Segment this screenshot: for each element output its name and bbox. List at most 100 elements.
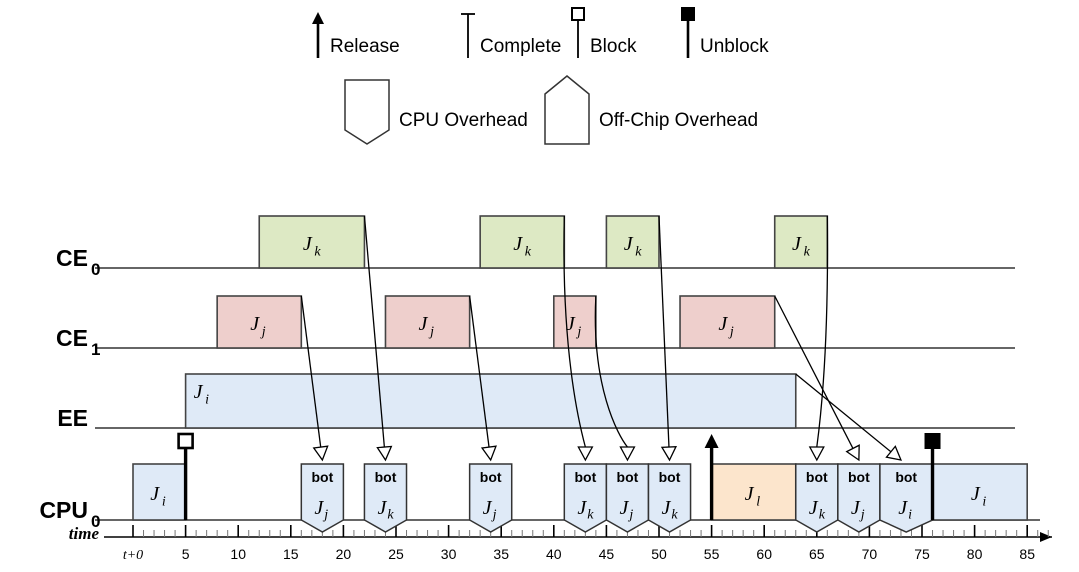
axis-tick-label: 55 (704, 546, 720, 562)
release-arrowhead (704, 434, 719, 448)
overhead-pentagon[interactable]: botJ j (300, 463, 345, 533)
row-label-ee: EE (57, 405, 88, 431)
overhead-top-label: bot (311, 469, 333, 485)
overhead-pentagon[interactable]: bot J k (795, 463, 839, 533)
overhead-top-label: bot (617, 469, 639, 485)
job-block-rect[interactable] (710, 463, 797, 521)
legend-item-release: Release (312, 12, 400, 58)
legend-label-offchip-overhead: Off-Chip Overhead (599, 110, 758, 131)
job-block-rect[interactable] (552, 295, 597, 349)
up-arrow-head-icon (312, 12, 324, 24)
arrow-head (376, 445, 393, 462)
overhead-pentagon[interactable]: bot J k (563, 463, 608, 533)
arrow-head (808, 446, 825, 462)
job-label-base: J (898, 497, 908, 519)
axis-tick-label: 25 (388, 546, 404, 562)
axis-tick-label: 15 (283, 546, 299, 562)
arrow-head (480, 445, 497, 462)
job-label-base: J (619, 497, 629, 519)
overhead-pentagon[interactable]: botJ j (605, 463, 650, 533)
job-block-rect[interactable] (184, 373, 797, 429)
overhead-top-label: bot (375, 469, 397, 485)
job-block[interactable]: Ji (184, 373, 797, 429)
axis-tick-label: 10 (230, 546, 246, 562)
axis-title: time (69, 524, 100, 543)
job-block[interactable]: Jk (773, 215, 829, 269)
arrow-head-triangle (480, 445, 497, 462)
job-block-rect[interactable] (479, 215, 566, 269)
job-block[interactable]: Jj (679, 295, 776, 349)
job-block[interactable]: Jk (479, 215, 566, 269)
arrow-head-triangle (619, 446, 636, 462)
job-block-rect[interactable] (384, 295, 471, 349)
row-label-sub-ce0: 0 (91, 260, 100, 279)
job-label-sub: k (671, 508, 678, 523)
job-block-rect[interactable] (258, 215, 366, 269)
job-block-rect[interactable] (773, 215, 829, 269)
job-label-sub: k (635, 244, 642, 259)
job-block[interactable]: Jk (605, 215, 660, 269)
overhead-top-label: bot (574, 469, 596, 485)
job-label-base: J (250, 313, 260, 335)
job-block-rect[interactable] (605, 215, 660, 269)
job-block-rect[interactable] (132, 463, 187, 521)
arrow-head (619, 446, 636, 462)
overhead-pentagon[interactable]: botJ j (837, 463, 881, 533)
job-block-rect[interactable] (931, 463, 1029, 521)
job-block[interactable]: Jk (258, 215, 366, 269)
axis-tick-label: 65 (809, 546, 825, 562)
arrow-head-triangle (660, 446, 678, 462)
overhead-pentagon[interactable]: bot J i (879, 463, 934, 533)
job-block[interactable]: Ji (132, 463, 187, 521)
job-block[interactable]: Jl (710, 463, 797, 521)
overhead-pentagon[interactable]: botJ j (468, 463, 513, 533)
legend-item-unblock: Unblock (681, 7, 769, 58)
axis-tick-label: 20 (336, 546, 352, 562)
job-label-base: J (377, 497, 387, 519)
overhead-top-label: bot (480, 469, 502, 485)
arrow-head-triangle (845, 444, 860, 462)
axis-tick-label: 40 (546, 546, 562, 562)
legend-label-release: Release (330, 36, 400, 57)
overhead-top-label: bot (806, 469, 828, 485)
job-label-base: J (150, 483, 160, 505)
job-label-sub: k (587, 508, 594, 523)
overhead-pentagon[interactable]: bot J k (363, 463, 408, 533)
job-block[interactable]: Jj (216, 295, 303, 349)
job-label-base: J (792, 233, 802, 255)
arrow-head (312, 445, 329, 462)
row-label-ce1: CE (56, 325, 88, 351)
job-label-base: J (718, 313, 728, 335)
job-label-sub: k (314, 244, 321, 259)
pentagon-up-icon (544, 75, 590, 145)
row-label-cpu: CPU (39, 497, 88, 523)
job-label-base: J (971, 483, 981, 505)
axis-tick-label: 50 (651, 546, 667, 562)
job-label-base: J (194, 381, 204, 403)
job-label-sub: i (982, 494, 986, 509)
row-ce1: CE 1 (56, 325, 1015, 359)
legend-item-offchip-overhead: Off-Chip Overhead (544, 75, 758, 145)
job-label-sub: i (205, 392, 209, 407)
hollow-square-icon (571, 7, 585, 21)
arrow-head (845, 444, 860, 462)
legend: Release Complete Block Unblock CPU Overhead O… (312, 7, 769, 145)
overhead-top-label: bot (659, 469, 681, 485)
axis-tick-label: 70 (862, 546, 878, 562)
job-label-base: J (851, 497, 861, 519)
arrow-head-triangle (808, 446, 825, 462)
overhead-pentagon[interactable]: bot J k (647, 463, 692, 533)
legend-item-block: Block (571, 7, 637, 58)
job-block[interactable]: Jj (384, 295, 471, 349)
job-label-sub: k (819, 508, 826, 523)
arrow-head-triangle (376, 445, 393, 462)
job-block[interactable]: Jj (552, 295, 597, 349)
job-block[interactable]: Ji (931, 463, 1029, 521)
axis-tick-label: 85 (1019, 546, 1035, 562)
row-label-sub-ce1: 1 (91, 340, 100, 359)
overhead-top-label: bot (895, 469, 917, 485)
job-block-rect[interactable] (216, 295, 303, 349)
pentagon-down-icon (344, 79, 390, 145)
job-label-base: J (513, 233, 523, 255)
job-block-rect[interactable] (679, 295, 776, 349)
